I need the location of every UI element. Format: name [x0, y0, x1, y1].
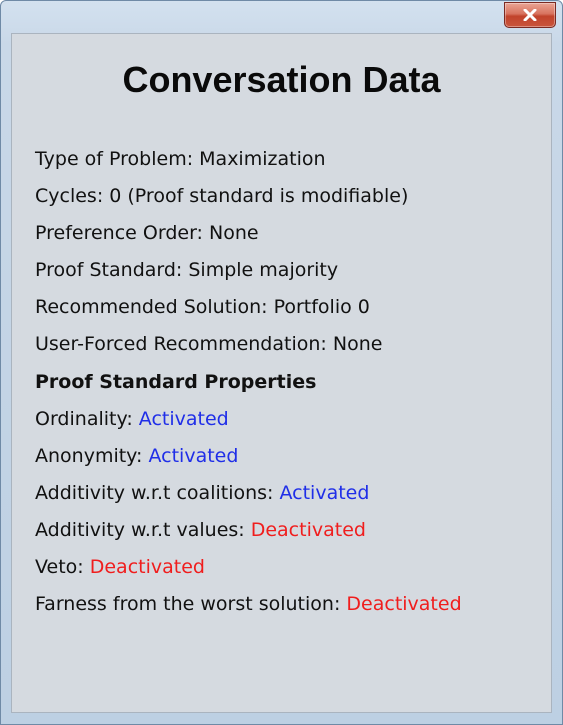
info-value: 0 (Proof standard is modifiable) — [109, 185, 409, 208]
dialog-window: Conversation Data Type of Problem: Maxim… — [0, 0, 563, 725]
property-label: Additivity w.r.t coalitions: — [35, 481, 280, 504]
property-status: Activated — [138, 407, 229, 430]
property-label: Ordinality: — [35, 407, 139, 430]
info-row-proof-standard: Proof Standard: Simple majority — [35, 252, 462, 289]
info-label: User-Forced Recommendation: — [35, 333, 333, 356]
close-icon — [523, 9, 537, 21]
info-list: Type of Problem: Maximization Cycles: 0 … — [35, 141, 462, 623]
property-status: Activated — [148, 444, 239, 467]
property-row-ordinality: Ordinality: Activated — [35, 401, 462, 438]
info-label: Type of Problem: — [35, 148, 200, 170]
property-label: Anonymity: — [35, 444, 149, 467]
info-value: None — [209, 222, 259, 245]
property-status: Deactivated — [250, 518, 366, 541]
property-row-additivity-coalitions: Additivity w.r.t coalitions: Activated — [35, 475, 462, 512]
info-label: Proof Standard: — [35, 259, 189, 282]
info-row-preference-order: Preference Order: None — [35, 215, 462, 252]
info-label: Cycles: — [35, 185, 110, 208]
property-label: Additivity w.r.t values: — [35, 518, 251, 541]
property-label: Veto: — [35, 556, 90, 579]
property-row-additivity-values: Additivity w.r.t values: Deactivated — [35, 512, 462, 549]
property-status: Deactivated — [89, 556, 205, 579]
info-value: Simple majority — [188, 259, 339, 282]
info-label: Recommended Solution: — [35, 296, 274, 319]
info-label: Preference Order: — [35, 222, 209, 245]
properties-heading: Proof Standard Properties — [35, 370, 317, 393]
property-status: Activated — [279, 481, 370, 504]
info-row-user-forced-recommendation: User-Forced Recommendation: None — [35, 326, 462, 363]
property-row-anonymity: Anonymity: Activated — [35, 438, 462, 475]
info-row-recommended-solution: Recommended Solution: Portfolio 0 — [35, 289, 462, 326]
title-bar[interactable] — [1, 1, 562, 35]
property-row-farness: Farness from the worst solution: Deactiv… — [35, 586, 462, 623]
info-row-cycles: Cycles: 0 (Proof standard is modifiable) — [35, 178, 462, 215]
info-value: None — [332, 333, 383, 356]
dialog-title: Conversation Data — [122, 59, 441, 100]
info-value: Maximization — [199, 148, 326, 170]
close-button[interactable] — [504, 2, 556, 28]
property-status: Deactivated — [346, 593, 462, 616]
info-value: Portfolio 0 — [273, 296, 370, 319]
property-row-veto: Veto: Deactivated — [35, 549, 462, 586]
property-label: Farness from the worst solution: — [35, 593, 347, 616]
info-row-problem-type: Type of Problem: Maximization — [35, 141, 462, 178]
